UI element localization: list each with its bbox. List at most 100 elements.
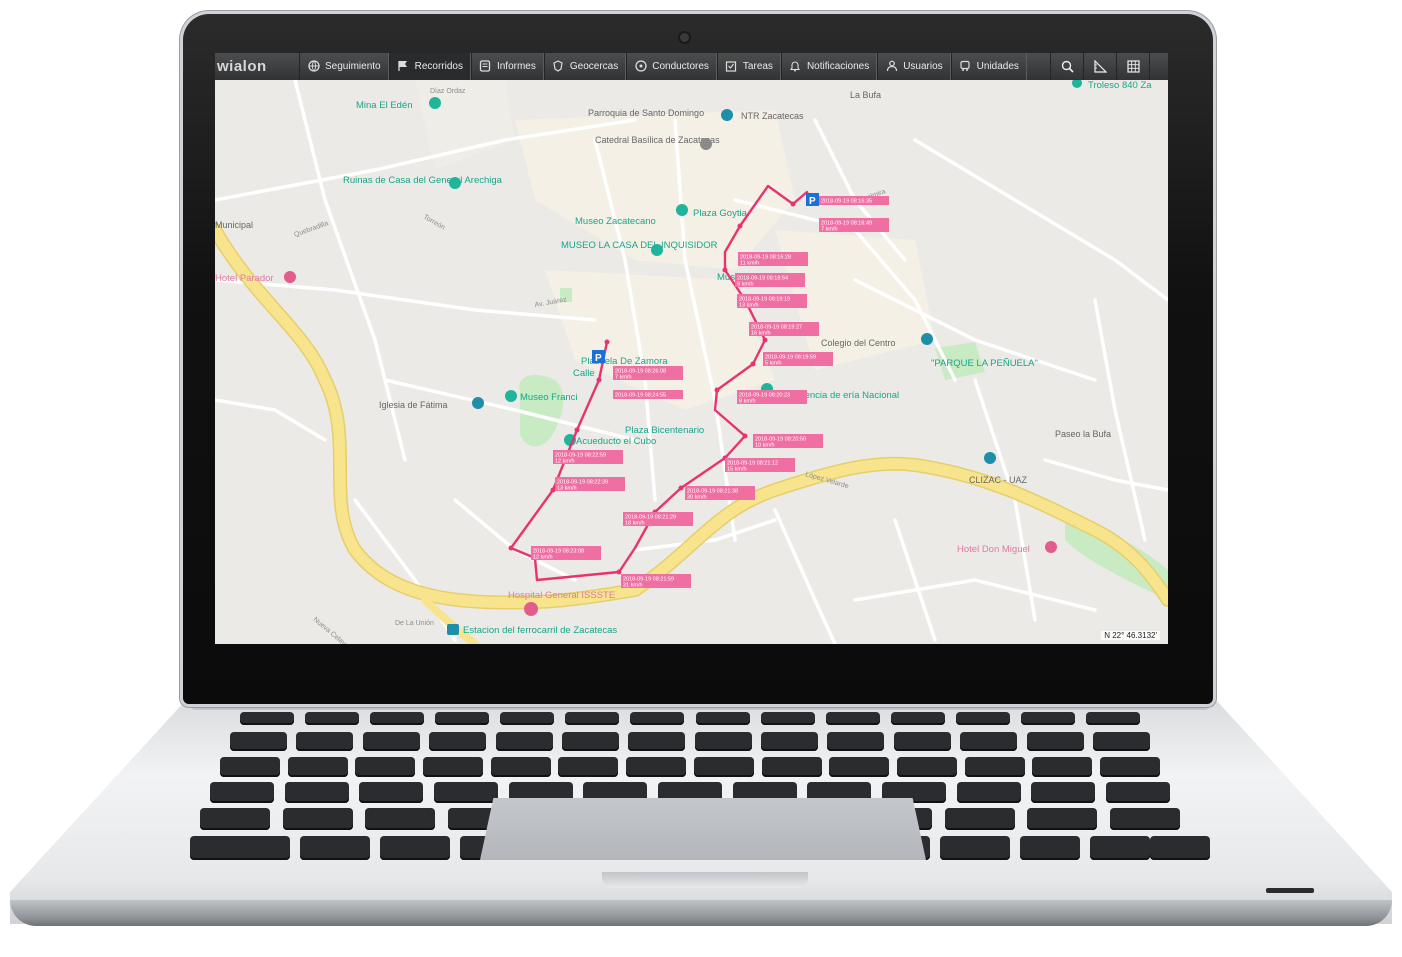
keyboard-key	[630, 712, 685, 725]
poi-museo-zacatecano: Museo Zacatecano	[575, 216, 656, 227]
keyboard-key	[240, 712, 294, 725]
keyboard-key	[565, 712, 620, 725]
keyboard-key	[890, 712, 945, 725]
keyboard-key	[827, 732, 885, 751]
keyboard-key	[761, 757, 822, 777]
timestamp-label: 2018-09-19 08:20:5010 km/h	[753, 434, 823, 449]
nav-informes[interactable]: Informes	[470, 53, 544, 80]
hotel-icon	[1045, 541, 1057, 553]
keyboard-key	[694, 732, 752, 751]
nav-recorridos-label: Recorridos	[414, 61, 463, 72]
keyboard-key	[956, 782, 1021, 803]
keyboard-key	[561, 732, 619, 751]
keyboard-key	[960, 732, 1018, 751]
search-icon[interactable]	[1050, 53, 1083, 80]
keyboard-key	[1020, 712, 1075, 725]
poi-museo-inquisidor: MUSEO LA CASA DEL INQUISIDOR	[561, 240, 718, 251]
nav-conductores[interactable]: Conductores	[626, 53, 717, 80]
timestamp-label-speed: 16 km/h	[751, 331, 771, 337]
poi-troleso: Troleso 840 Za	[1088, 80, 1152, 91]
grid-icon[interactable]	[1116, 53, 1149, 80]
ruler-icon[interactable]	[1083, 53, 1116, 80]
timestamp-label-speed: 31 km/h	[623, 583, 643, 589]
keyboard-key	[423, 757, 484, 777]
poi-la-bufa: La Bufa	[850, 90, 881, 100]
top-navigation-bar: wialon Seguimiento Recorridos Informes G…	[215, 53, 1168, 80]
timestamp-label-speed: 12 km/h	[533, 555, 553, 561]
task-icon	[725, 60, 738, 73]
bell-icon	[789, 60, 802, 73]
nav-seguimiento[interactable]: Seguimiento	[299, 53, 389, 80]
keyboard-key	[210, 782, 274, 803]
app-screen: wialon Seguimiento Recorridos Informes G…	[215, 53, 1168, 644]
keyboard-key	[955, 712, 1010, 725]
keyboard-key	[230, 732, 287, 751]
location-pin-icon	[921, 333, 933, 345]
timestamp-label: 2018-09-19 08:19:595 km/h	[763, 352, 833, 367]
nav-recorridos[interactable]: Recorridos	[388, 53, 471, 80]
timestamp-label: 2018-09-19 08:22:3913 km/h	[555, 477, 625, 492]
keyboard-key	[628, 732, 686, 751]
nav-usuarios[interactable]: Usuarios	[877, 53, 951, 80]
keyboard-key	[825, 712, 880, 725]
church-icon	[700, 138, 712, 150]
keyboard-key	[287, 757, 348, 777]
poi-museo-franci: Museo Franci	[520, 392, 578, 403]
timestamp-label-speed: 9 km/h	[737, 282, 754, 288]
webcam-icon	[680, 33, 689, 42]
keyboard-key	[284, 782, 349, 803]
keyboard-key	[940, 836, 1010, 860]
timestamp-label: 2018-09-19 08:22:5912 km/h	[553, 450, 623, 465]
coordinate-readout: N 22° 46.3132'	[1101, 631, 1160, 640]
trackpad	[480, 798, 926, 860]
timestamp-label: 2018-09-19 08:16:497 km/h	[819, 218, 889, 233]
poi-calle: Calle	[573, 368, 595, 379]
nav-geocercas[interactable]: Geocercas	[543, 53, 627, 80]
geofence-icon	[552, 60, 565, 73]
timestamp-label: 2018-09-19 08:21:1215 km/h	[725, 458, 795, 473]
poi-paseo-la-bufa: Paseo la Bufa	[1055, 429, 1111, 439]
timestamp-label-speed: 5 km/h	[765, 361, 782, 367]
keyboard-key	[1100, 757, 1160, 777]
location-pin-icon	[721, 109, 733, 121]
nav-seguimiento-label: Seguimiento	[325, 61, 381, 72]
timestamp-label-speed: 7 km/h	[615, 375, 632, 381]
poi-municipal: Municipal	[215, 220, 253, 230]
status-light	[1266, 888, 1314, 893]
poi-parroquia: Parroquia de Santo Domingo	[588, 108, 704, 118]
timestamp-label-speed: 11 km/h	[740, 261, 759, 267]
timestamp-label-speed: 30 km/h	[687, 495, 707, 501]
timestamp-label: 2018-09-19 08:21:2918 km/h	[623, 512, 693, 527]
parking-end-icon: P	[806, 193, 819, 207]
poi-clizac-uaz: CLIZAC - UAZ	[969, 475, 1028, 485]
keyboard-key	[495, 732, 553, 751]
keyboard-key	[761, 732, 819, 751]
svg-text:P: P	[809, 196, 816, 207]
nav-tareas[interactable]: Tareas	[716, 53, 781, 80]
timestamp-label-speed: 7 km/h	[821, 227, 838, 233]
poi-hotel-parador: Hotel Parador	[215, 273, 274, 284]
nav-unidades[interactable]: Unidades	[950, 53, 1027, 80]
keyboard-key	[429, 732, 487, 751]
keyboard-key	[829, 757, 890, 777]
keyboard-key	[944, 808, 1015, 830]
timestamp-label-speed: 13 km/h	[739, 303, 759, 309]
nav-notificaciones[interactable]: Notificaciones	[780, 53, 878, 80]
map-view[interactable]: Díaz Ordaz Av. Juárez Torreón Quebradill…	[215, 80, 1168, 644]
location-pin-icon	[429, 97, 441, 109]
timestamp-label: 2018-09-19 08:20:238 km/h	[737, 390, 807, 405]
keyboard-key	[435, 712, 490, 725]
poi-acueducto: Acueducto el Cubo	[576, 436, 656, 447]
keyboard-key	[1106, 782, 1170, 803]
svg-text:P: P	[595, 353, 602, 364]
overflow-handle[interactable]	[1149, 53, 1168, 80]
poi-hotel-don-miguel: Hotel Don Miguel	[957, 544, 1030, 555]
location-pin-icon	[651, 244, 663, 256]
keyboard-key	[626, 757, 687, 777]
hospital-icon	[524, 602, 538, 616]
nav-informes-label: Informes	[496, 61, 536, 72]
keyboard-key	[896, 757, 957, 777]
car-icon	[959, 60, 972, 73]
poi-mina-el-eden: Mina El Edén	[356, 100, 413, 111]
laptop-front-edge	[10, 900, 1392, 926]
